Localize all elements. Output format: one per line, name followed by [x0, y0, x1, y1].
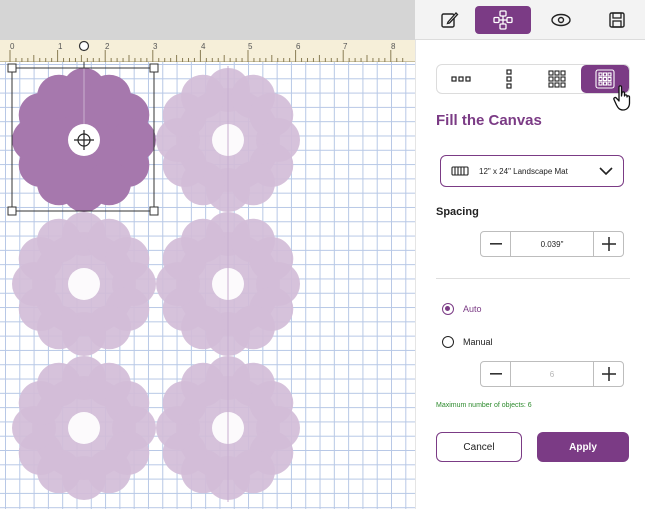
panel-title: Fill the Canvas [436, 112, 542, 129]
object-count-input[interactable] [511, 362, 593, 386]
auto-radio-option[interactable]: Auto [442, 303, 482, 315]
save-button[interactable] [589, 6, 645, 34]
canvas-top-bar [0, 0, 415, 40]
arrange-icon [493, 10, 513, 30]
layout-selector [436, 64, 630, 94]
ruler-mark-7: 7 [343, 42, 348, 51]
edit-icon [441, 12, 459, 28]
ruler-mark-6: 6 [296, 42, 301, 51]
plus-icon [601, 367, 616, 381]
spacing-input[interactable] [511, 232, 593, 256]
arrange-button[interactable] [475, 6, 531, 34]
flower-copy[interactable] [12, 212, 156, 356]
manual-radio-button[interactable] [442, 336, 454, 348]
max-objects-note: Maximum number of objects: 6 [436, 402, 532, 409]
ruler-mark-0: 0 [10, 42, 15, 51]
fill-canvas-panel: Fill the Canvas 12" x 24" Landscape Mat … [415, 40, 645, 509]
horizontal-ruler: 0 1 2 3 4 5 6 7 8 [0, 40, 415, 62]
spacing-label: Spacing [436, 206, 479, 218]
layout-row-option[interactable] [437, 65, 485, 93]
manual-radio-option[interactable]: Manual [442, 336, 493, 348]
hand-pointer-icon [613, 85, 631, 111]
minus-icon [489, 373, 502, 375]
resize-handle-bottom-right[interactable] [149, 206, 159, 216]
object-count-stepper [480, 361, 624, 387]
spacing-decrease-button[interactable] [481, 232, 511, 256]
rotate-handle-icon[interactable] [78, 40, 90, 52]
ruler-mark-5: 5 [248, 42, 253, 51]
flower-copy[interactable] [12, 356, 156, 500]
spacing-stepper [480, 231, 624, 257]
ruler-mark-4: 4 [201, 42, 206, 51]
mat-size-value: 12" x 24" Landscape Mat [479, 166, 568, 176]
layout-column-option[interactable] [485, 65, 533, 93]
ruler-mark-2: 2 [105, 42, 110, 51]
design-canvas[interactable]: 0 1 2 3 4 5 6 7 8 [0, 0, 415, 509]
top-toolbar [415, 0, 645, 40]
manual-radio-label: Manual [463, 337, 493, 347]
auto-radio-label: Auto [463, 304, 482, 314]
mat-size-dropdown[interactable]: 12" x 24" Landscape Mat [440, 155, 624, 187]
chevron-down-icon [599, 167, 613, 175]
ruler-mark-1: 1 [58, 42, 63, 51]
layout-column-icon [506, 69, 512, 89]
layout-grid-option[interactable] [533, 65, 581, 93]
count-increase-button[interactable] [593, 362, 623, 386]
resize-handle-top-left[interactable] [7, 63, 17, 73]
plus-icon [601, 237, 616, 251]
layout-grid-icon [548, 70, 566, 88]
layout-row-icon [451, 76, 471, 82]
preview-eye-icon [551, 13, 571, 27]
resize-handle-bottom-left[interactable] [7, 206, 17, 216]
spacing-increase-button[interactable] [593, 232, 623, 256]
preview-button[interactable] [533, 6, 589, 34]
apply-button[interactable]: Apply [537, 432, 629, 462]
count-decrease-button[interactable] [481, 362, 511, 386]
section-divider [436, 278, 630, 279]
ruler-mark-3: 3 [153, 42, 158, 51]
auto-radio-button[interactable] [442, 303, 454, 315]
edit-button[interactable] [421, 6, 477, 34]
ruler-mark-8: 8 [391, 42, 396, 51]
mat-icon [451, 166, 469, 176]
cancel-button[interactable]: Cancel [436, 432, 522, 462]
canvas-objects[interactable] [0, 62, 415, 509]
save-icon [609, 12, 625, 28]
minus-icon [489, 243, 502, 245]
resize-handle-top-right[interactable] [149, 63, 159, 73]
